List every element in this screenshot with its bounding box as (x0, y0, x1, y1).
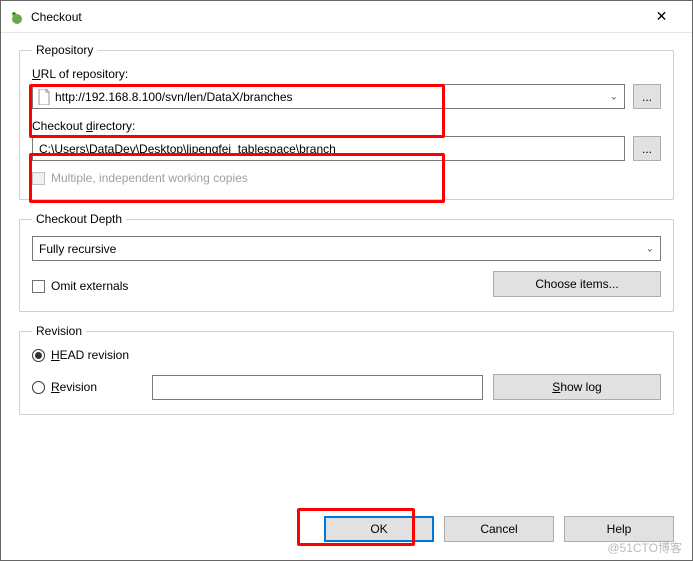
radio-unchecked-icon (32, 381, 45, 394)
repository-group: Repository URL of repository: ⌄ ... Chec… (19, 43, 674, 200)
revision-label: Revision (51, 380, 97, 394)
checkbox-icon (32, 172, 45, 185)
chevron-down-icon: ⌄ (646, 243, 654, 254)
checkout-depth-group: Checkout Depth Fully recursive ⌄ Omit ex… (19, 212, 674, 312)
head-revision-label: HEAD revision (51, 348, 129, 362)
chevron-down-icon: ⌄ (610, 91, 618, 102)
choose-items-button[interactable]: Choose items... (493, 271, 661, 297)
multiple-copies-checkbox: Multiple, independent working copies (32, 171, 661, 185)
depth-select[interactable]: Fully recursive ⌄ (32, 236, 661, 261)
depth-legend: Checkout Depth (32, 212, 126, 226)
ok-button[interactable]: OK (324, 516, 434, 542)
omit-externals-label: Omit externals (51, 279, 128, 293)
depth-value: Fully recursive (39, 242, 116, 256)
url-label: URL of repository: (32, 67, 661, 81)
head-revision-radio[interactable]: HEAD revision (32, 348, 661, 362)
revision-group: Revision HEAD revision Revision Show log (19, 324, 674, 415)
browse-repository-button[interactable]: ... (633, 84, 661, 109)
checkout-dialog: Checkout ✕ Repository URL of repository:… (0, 0, 693, 561)
revision-number-input[interactable] (152, 375, 483, 400)
url-combobox[interactable]: ⌄ (32, 84, 625, 109)
close-icon: ✕ (656, 8, 668, 25)
omit-externals-checkbox[interactable]: Omit externals (32, 279, 128, 293)
titlebar: Checkout ✕ (1, 1, 692, 33)
cancel-button[interactable]: Cancel (444, 516, 554, 542)
repository-legend: Repository (32, 43, 97, 57)
dialog-footer: OK Cancel Help (1, 508, 692, 560)
directory-label: Checkout directory: (32, 119, 661, 133)
tortoise-icon (9, 9, 25, 25)
document-icon (37, 89, 51, 105)
radio-checked-icon (32, 349, 45, 362)
revision-legend: Revision (32, 324, 86, 338)
multiple-copies-label: Multiple, independent working copies (51, 171, 248, 185)
browse-directory-button[interactable]: ... (633, 136, 661, 161)
show-log-button[interactable]: Show log (493, 374, 661, 400)
checkout-directory-input[interactable] (32, 136, 625, 161)
window-title: Checkout (31, 10, 639, 24)
close-button[interactable]: ✕ (639, 3, 684, 31)
checkbox-icon (32, 280, 45, 293)
repository-url-input[interactable] (55, 90, 602, 104)
dialog-content: Repository URL of repository: ⌄ ... Chec… (1, 33, 692, 508)
specific-revision-radio[interactable]: Revision (32, 380, 142, 394)
help-button[interactable]: Help (564, 516, 674, 542)
